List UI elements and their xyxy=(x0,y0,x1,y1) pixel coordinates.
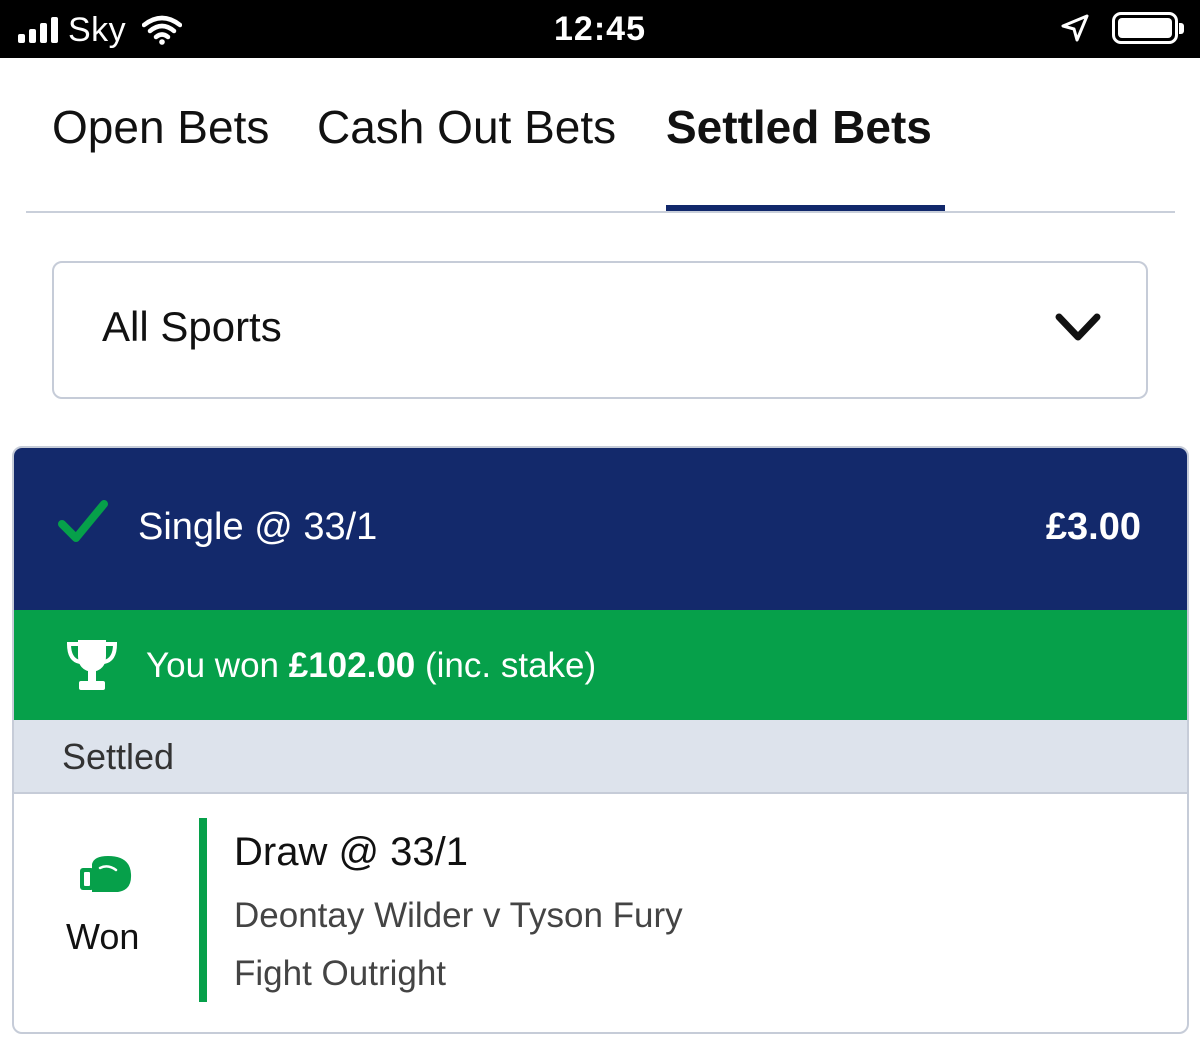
bet-tabs: Open Bets Cash Out Bets Settled Bets xyxy=(26,58,1175,213)
status-bar: Sky 12:45 xyxy=(0,0,1200,58)
location-arrow-icon xyxy=(1061,14,1089,42)
winnings-text: You won £102.00 (inc. stake) xyxy=(146,646,596,686)
trophy-icon xyxy=(66,640,118,690)
chevron-down-icon xyxy=(1055,313,1101,341)
winnings-suffix: (inc. stake) xyxy=(425,646,597,685)
settled-label: Settled xyxy=(62,736,175,777)
bet-type: Single @ 33/1 xyxy=(138,506,378,548)
winnings-banner: You won £102.00 (inc. stake) xyxy=(14,610,1187,720)
bet-selection: Won Draw @ 33/1 Deontay Wilder v Tyson F… xyxy=(14,794,1187,1032)
settled-section-header: Settled xyxy=(14,720,1187,794)
check-icon xyxy=(58,500,108,542)
bet-stake: £3.00 xyxy=(1045,506,1141,548)
selection-result: Won xyxy=(66,916,140,957)
bet-card[interactable]: Single @ 33/1 £3.00 You won £102.00 (inc… xyxy=(12,446,1189,1034)
battery-icon xyxy=(1112,12,1184,44)
result-indicator-bar xyxy=(199,818,207,1002)
tab-settled-bets[interactable]: Settled Bets xyxy=(666,100,932,154)
winnings-amount: £102.00 xyxy=(288,646,416,685)
clock: 12:45 xyxy=(554,10,646,48)
tab-open-bets[interactable]: Open Bets xyxy=(52,100,269,154)
bet-card-header: Single @ 33/1 £3.00 xyxy=(14,448,1187,610)
sports-filter-value: All Sports xyxy=(102,303,282,350)
sports-filter-dropdown[interactable]: All Sports xyxy=(52,261,1148,399)
selection-market: Fight Outright xyxy=(234,954,447,993)
winnings-prefix: You won xyxy=(146,646,279,685)
active-tab-indicator xyxy=(666,205,945,211)
selection-title: Draw @ 33/1 xyxy=(234,830,469,874)
tab-cash-out-bets[interactable]: Cash Out Bets xyxy=(317,100,616,154)
selection-event: Deontay Wilder v Tyson Fury xyxy=(234,896,683,935)
boxing-glove-icon xyxy=(80,856,132,892)
